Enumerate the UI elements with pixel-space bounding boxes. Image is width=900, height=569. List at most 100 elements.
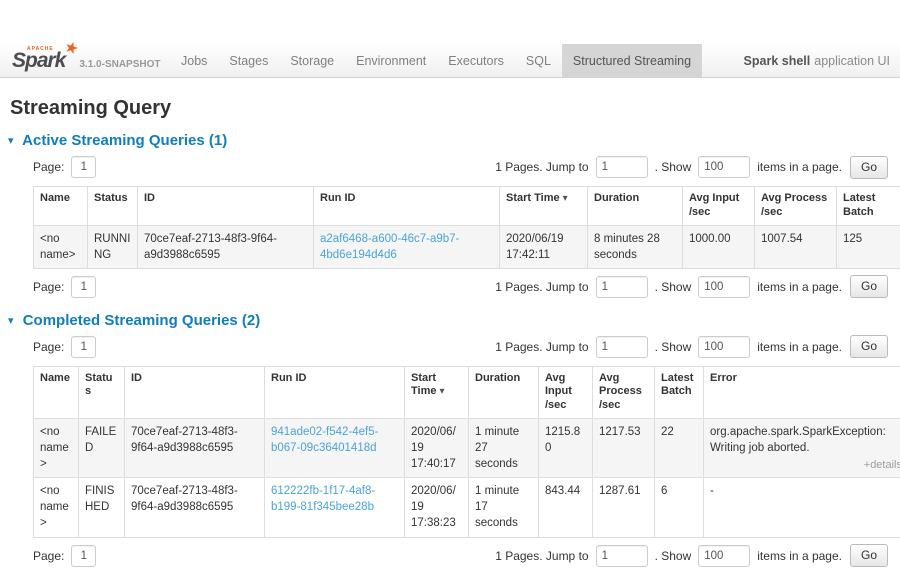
col-header-status[interactable]: Status xyxy=(88,187,138,226)
col-header-start-time[interactable]: Start Time▾ xyxy=(500,187,588,226)
go-button[interactable]: Go xyxy=(850,275,888,298)
show-items-input[interactable] xyxy=(698,156,750,178)
nav-tab-environment[interactable]: Environment xyxy=(345,44,437,77)
cell-start-time: 2020/06/19 17:42:11 xyxy=(500,225,588,268)
cell-avg-process: 1287.61 xyxy=(593,478,655,537)
page-title: Streaming Query xyxy=(10,97,888,120)
page-input[interactable] xyxy=(71,156,96,178)
go-button[interactable]: Go xyxy=(850,544,888,567)
spark-wordmark: Spark xyxy=(12,49,65,72)
pagination-bar: Page: 1 Pages. Jump to . Show items in a… xyxy=(33,274,888,300)
collapse-arrow-icon: ▾ xyxy=(8,135,14,147)
cell-name: <no name> xyxy=(34,418,79,477)
pages-jump-text: 1 Pages. Jump to xyxy=(495,280,588,294)
sort-arrow-icon: ▾ xyxy=(439,386,444,397)
page-input[interactable] xyxy=(71,276,96,298)
pages-jump-text: 1 Pages. Jump to xyxy=(495,549,588,563)
items-text: items in a page. xyxy=(757,549,842,563)
completed-queries-table: Name Status ID Run ID Start Time▾ Durati… xyxy=(33,366,900,538)
col-header-latest-batch[interactable]: Latest Batch xyxy=(655,366,704,418)
nav-tab-sql[interactable]: SQL xyxy=(515,44,562,77)
col-header-avg-input[interactable]: Avg Input /sec xyxy=(539,366,593,418)
active-section-body: Page: 1 Pages. Jump to . Show items in a… xyxy=(33,154,888,300)
col-header-id[interactable]: ID xyxy=(138,187,314,226)
col-header-id[interactable]: ID xyxy=(125,366,265,418)
col-header-run-id[interactable]: Run ID xyxy=(314,187,500,226)
cell-start-time: 2020/06/19 17:38:23 xyxy=(405,478,469,537)
details-link[interactable]: +details xyxy=(864,458,900,473)
collapse-arrow-icon: ▾ xyxy=(8,315,14,327)
table-row: <no name> FINISHED 70ce7eaf-2713-48f3-9f… xyxy=(34,478,900,537)
active-section-title: Active Streaming Queries (1) xyxy=(22,132,227,149)
jump-to-input[interactable] xyxy=(596,276,648,298)
cell-start-time: 2020/06/19 17:40:17 xyxy=(405,418,469,477)
cell-status: RUNNING xyxy=(88,225,138,268)
cell-avg-input: 1000.00 xyxy=(683,225,755,268)
table-header-row: Name Status ID Run ID Start Time▾ Durati… xyxy=(34,366,900,418)
jump-to-input[interactable] xyxy=(596,156,648,178)
app-suffix: application UI xyxy=(814,54,890,68)
page-input[interactable] xyxy=(71,545,96,567)
col-header-duration[interactable]: Duration xyxy=(588,187,683,226)
go-button[interactable]: Go xyxy=(850,156,888,179)
nav-tab-executors[interactable]: Executors xyxy=(437,44,515,77)
items-text: items in a page. xyxy=(757,280,842,294)
nav-tab-storage[interactable]: Storage xyxy=(279,44,345,77)
cell-status: FINISHED xyxy=(79,478,125,537)
jump-to-input[interactable] xyxy=(596,545,648,567)
top-navbar: APACHE Spark ★ 3.1.0-SNAPSHOT Jobs Stage… xyxy=(0,44,900,78)
pagination-bar: Page: 1 Pages. Jump to . Show items in a… xyxy=(33,543,888,569)
go-button[interactable]: Go xyxy=(850,335,888,358)
page-content: Streaming Query ▾ Active Streaming Queri… xyxy=(0,97,900,569)
pages-jump-text: 1 Pages. Jump to xyxy=(495,160,588,174)
cell-id: 70ce7eaf-2713-48f3-9f64-a9d3988c6595 xyxy=(125,478,265,537)
section-toggle-completed-queries[interactable]: ▾ Completed Streaming Queries (2) xyxy=(8,312,888,329)
apache-label: APACHE xyxy=(27,46,54,52)
cell-error: org.apache.spark.SparkException: Writing… xyxy=(704,418,900,477)
cell-id: 70ce7eaf-2713-48f3-9f64-a9d3988c6595 xyxy=(125,418,265,477)
section-toggle-active-queries[interactable]: ▾ Active Streaming Queries (1) xyxy=(8,132,888,149)
col-header-avg-process[interactable]: Avg Process /sec xyxy=(593,366,655,418)
table-row: <no name> FAILED 70ce7eaf-2713-48f3-9f64… xyxy=(34,418,900,477)
items-text: items in a page. xyxy=(757,340,842,354)
page-label: Page: xyxy=(33,280,64,294)
run-id-link[interactable]: 612222fb-1f17-4af8-b199-81f345bee28b xyxy=(271,485,375,513)
nav-tab-structured-streaming[interactable]: Structured Streaming xyxy=(562,44,702,77)
spark-version: 3.1.0-SNAPSHOT xyxy=(79,59,160,70)
show-items-input[interactable] xyxy=(698,276,750,298)
cell-error: - xyxy=(704,478,900,537)
items-text: items in a page. xyxy=(757,160,842,174)
completed-section-body: Page: 1 Pages. Jump to . Show items in a… xyxy=(33,334,888,569)
col-header-name[interactable]: Name xyxy=(34,187,88,226)
cell-duration: 1 minute 17 seconds xyxy=(469,478,539,537)
page-label: Page: xyxy=(33,549,64,563)
show-text: . Show xyxy=(655,340,692,354)
col-header-status[interactable]: Status xyxy=(79,366,125,418)
jump-to-input[interactable] xyxy=(596,336,648,358)
table-row: <no name> RUNNING 70ce7eaf-2713-48f3-9f6… xyxy=(34,225,900,268)
col-header-duration[interactable]: Duration xyxy=(469,366,539,418)
spark-logo[interactable]: APACHE Spark ★ xyxy=(12,50,65,72)
col-header-name[interactable]: Name xyxy=(34,366,79,418)
pagination-bar: Page: 1 Pages. Jump to . Show items in a… xyxy=(33,154,888,180)
run-id-link[interactable]: 941ade02-f542-4ef5-b067-09c36401418d xyxy=(271,426,378,454)
col-header-avg-process[interactable]: Avg Process /sec xyxy=(755,187,837,226)
show-items-input[interactable] xyxy=(698,545,750,567)
cell-avg-process: 1217.53 xyxy=(593,418,655,477)
cell-latest-batch: 125 xyxy=(837,225,900,268)
page-input[interactable] xyxy=(71,336,96,358)
cell-avg-input: 1215.80 xyxy=(539,418,593,477)
col-header-run-id[interactable]: Run ID xyxy=(265,366,405,418)
run-id-link[interactable]: a2af6468-a600-46c7-a9b7-4bd6e194d4d6 xyxy=(320,233,459,261)
table-header-row: Name Status ID Run ID Start Time▾ Durati… xyxy=(34,187,900,226)
show-items-input[interactable] xyxy=(698,336,750,358)
cell-run-id: 612222fb-1f17-4af8-b199-81f345bee28b xyxy=(265,478,405,537)
nav-tab-jobs[interactable]: Jobs xyxy=(170,44,218,77)
col-header-latest-batch[interactable]: Latest Batch xyxy=(837,187,900,226)
col-header-error[interactable]: Error xyxy=(704,366,900,418)
nav-tab-stages[interactable]: Stages xyxy=(218,44,279,77)
cell-run-id: a2af6468-a600-46c7-a9b7-4bd6e194d4d6 xyxy=(314,225,500,268)
cell-id: 70ce7eaf-2713-48f3-9f64-a9d3988c6595 xyxy=(138,225,314,268)
col-header-start-time[interactable]: Start Time▾ xyxy=(405,366,469,418)
col-header-avg-input[interactable]: Avg Input /sec xyxy=(683,187,755,226)
